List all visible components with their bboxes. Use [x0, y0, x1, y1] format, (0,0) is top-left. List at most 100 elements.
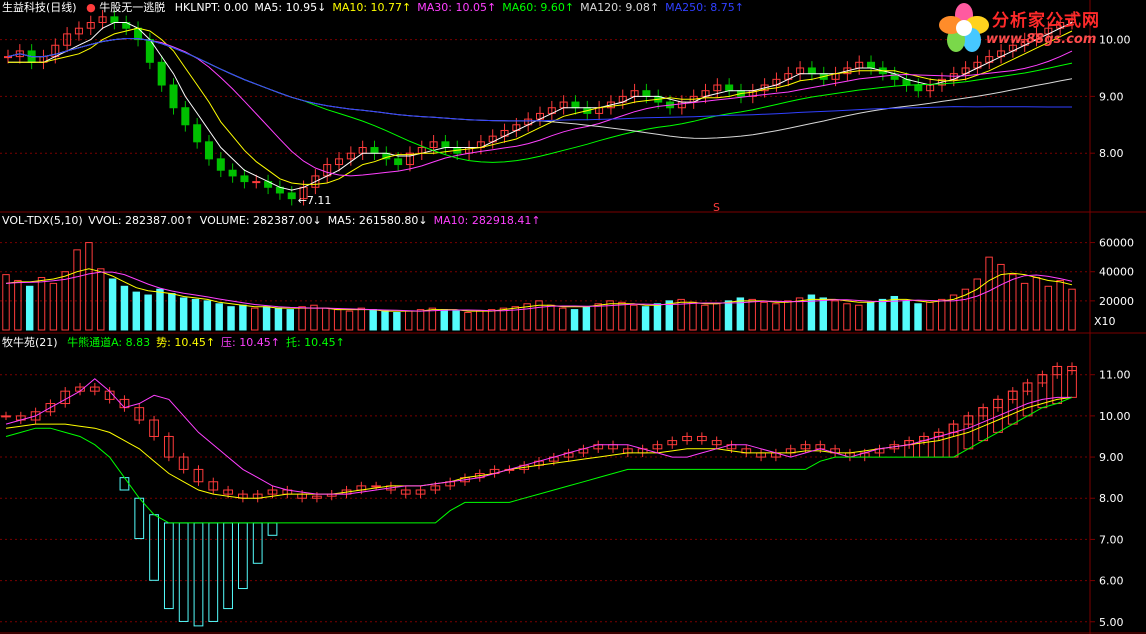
price-candle	[287, 192, 296, 200]
volume-unit-label: X10	[1094, 315, 1116, 328]
volume-indicator-3: MA10: 282918.41↑	[433, 214, 541, 227]
volume-indicator-0: VVOL: 282387.00↑	[88, 214, 194, 227]
stock-chart[interactable]: 8.00 9.00 10.00 ←7.11 S 20000 40000 60000 X10 5.0…	[0, 0, 1146, 634]
price-indicator-0: HKLNPT: 0.00	[174, 1, 249, 14]
volume-bar	[108, 278, 117, 331]
volume-bar	[748, 298, 756, 331]
formula-label: ● 牛股无一逃脱	[86, 1, 166, 14]
volume-bar	[286, 309, 294, 331]
price-candle	[3, 56, 13, 59]
volume-bar	[179, 297, 188, 331]
price-indicator-6: MA250: 8.75↑	[665, 1, 745, 14]
volume-indicator-2: MA5: 261580.80↓	[327, 214, 428, 227]
volume-bar	[476, 310, 484, 331]
lower-hist-bar	[178, 522, 189, 622]
volume-bar	[156, 288, 164, 331]
lower-indicator-1: 势: 10.45↑	[156, 336, 216, 349]
volume-bar	[85, 242, 93, 331]
lower-tick-label-0: 5.00	[1099, 616, 1124, 629]
volume-bar	[298, 306, 306, 331]
volume-bar	[274, 307, 283, 331]
volume-bar	[618, 301, 626, 331]
price-candle	[193, 124, 202, 143]
volume-bar	[440, 309, 448, 331]
price-candle	[394, 158, 403, 166]
volume-bar	[215, 303, 223, 331]
ma10-line	[8, 27, 1073, 185]
price-candle	[228, 169, 237, 177]
ma60-line	[7, 37, 1073, 163]
volume-bar	[1032, 277, 1041, 331]
volume-bar	[322, 307, 330, 331]
price-candle	[240, 175, 249, 183]
volume-tick-label-1: 40000	[1099, 266, 1134, 279]
volume-bar	[784, 300, 792, 331]
price-indicator-3: MA30: 10.05↑	[417, 1, 497, 14]
price-panel-title: 生益科技(日线)	[2, 1, 77, 14]
volume-bar	[831, 300, 839, 331]
volume-bar	[369, 309, 377, 331]
price-tick-label-1: 9.00	[1099, 90, 1124, 103]
volume-bar	[1044, 285, 1053, 331]
volume-bar	[1056, 279, 1064, 331]
price-candle	[807, 67, 816, 75]
price-candle	[252, 181, 261, 184]
volume-bar	[926, 301, 934, 331]
volume-bar	[772, 303, 780, 331]
lower-indicator-0: 牛熊通道A: 8.83	[67, 336, 151, 349]
volume-bar	[487, 309, 496, 331]
price-candle	[725, 84, 734, 92]
volume-panel-title: VOL-TDX(5,10)	[2, 214, 83, 227]
lower-hist-bar	[252, 522, 263, 564]
volume-bar	[393, 312, 401, 331]
price-candle	[642, 90, 651, 97]
price-candle	[914, 84, 923, 92]
volume-bar	[985, 256, 993, 331]
lower-tick-label-3: 8.00	[1099, 492, 1124, 505]
lower-tick-label-1: 6.00	[1099, 575, 1124, 588]
flower-logo-icon	[939, 3, 989, 52]
volume-bar	[262, 306, 271, 331]
volume-bar	[1020, 282, 1029, 331]
price-candle	[370, 147, 379, 154]
price-candle	[169, 84, 178, 109]
lower-hist-bar	[267, 522, 278, 536]
price-indicator-5: MA120: 9.08↑	[580, 1, 660, 14]
lower-tick-label-4: 9.00	[1099, 451, 1124, 464]
lower-indicator-2: 压: 10.45↑	[221, 336, 280, 349]
lower-candle	[371, 485, 382, 488]
volume-bar	[203, 300, 212, 331]
lower-tick-label-6: 11.00	[1099, 369, 1131, 382]
lower-hist-bar	[193, 522, 204, 627]
volume-bar	[701, 304, 709, 331]
volume-bar	[191, 298, 200, 331]
volume-bar	[937, 298, 946, 331]
volume-bar	[310, 304, 318, 331]
volume-bar	[807, 294, 816, 331]
lower-panel-header: 牧牛苑(21) 牛熊通道A: 8.83 势: 10.45↑ 压: 10.45↑ 托: …	[2, 336, 351, 350]
lower-hist-bar	[223, 522, 233, 610]
volume-bar	[914, 303, 922, 331]
price-candle	[110, 16, 119, 24]
volume-bar	[819, 297, 827, 331]
volume-bar	[239, 304, 247, 331]
price-indicator-2: MA10: 10.77↑	[332, 1, 412, 14]
volume-bar	[523, 303, 531, 331]
price-candle	[157, 61, 166, 86]
volume-bar	[227, 306, 235, 331]
price-indicator-4: MA60: 9.60↑	[502, 1, 575, 14]
ma5-line	[8, 22, 1073, 191]
volume-bar	[795, 297, 804, 331]
volume-bar	[251, 307, 259, 331]
volume-bar	[689, 301, 697, 331]
volume-bar	[499, 307, 508, 331]
volume-panel-header: VOL-TDX(5,10) VVOL: 282387.00↑ VOLUME: 28…	[2, 214, 547, 228]
volume-bar	[345, 310, 354, 331]
price-tick-label-0: 8.00	[1099, 147, 1124, 160]
volume-bar	[144, 294, 152, 331]
volume-bar	[120, 285, 129, 331]
lower-hist-bar	[208, 522, 219, 622]
volume-bar	[1068, 288, 1076, 331]
price-candle	[441, 141, 450, 149]
price-candle	[867, 61, 876, 69]
